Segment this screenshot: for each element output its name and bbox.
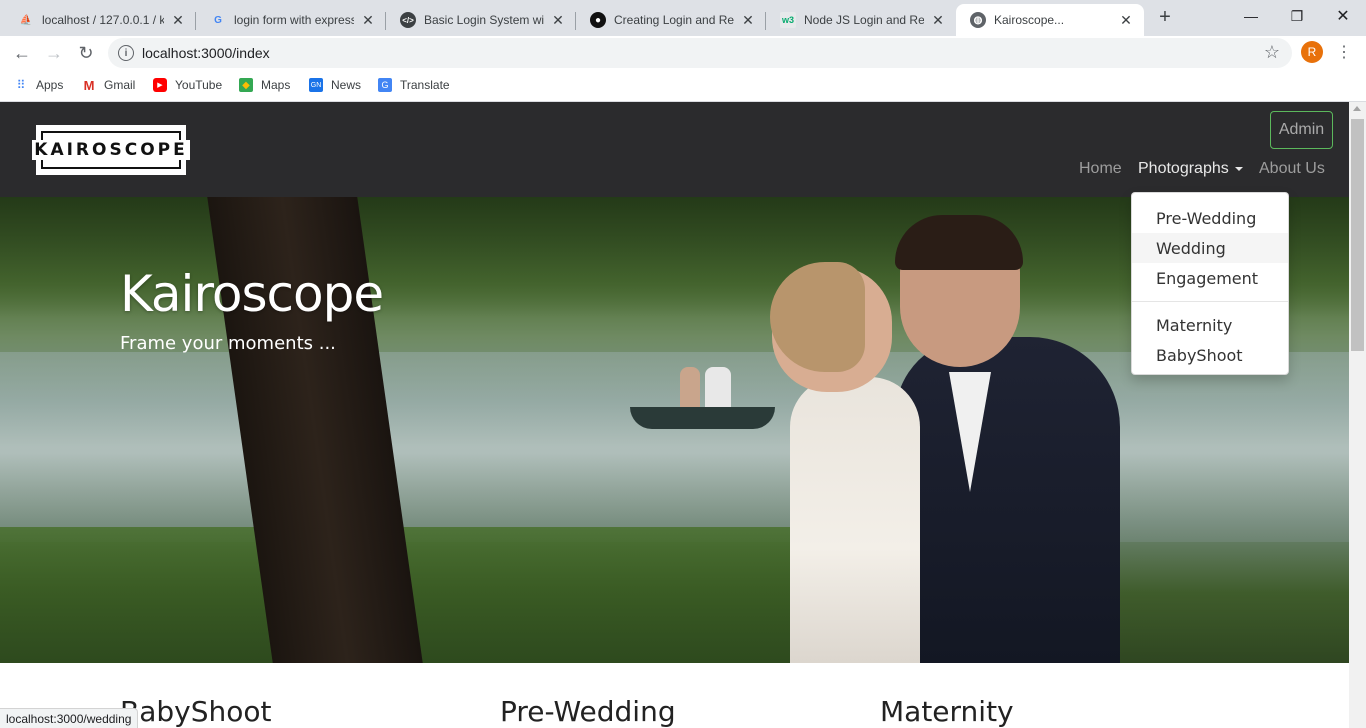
bookmark-label: YouTube [175,78,223,92]
bookmark-youtube[interactable]: ▶ YouTube [153,76,222,94]
browser-tab[interactable]: w3 Node JS Login and Reg ✕ [766,4,956,36]
close-icon[interactable]: ✕ [360,12,376,28]
bookmark-label: News [331,78,362,92]
page-scrollbar[interactable] [1349,102,1366,728]
news-icon: GN [309,78,323,92]
menu-icon[interactable]: ⋮ [1336,42,1352,62]
category-sections: BabyShoot Pre-Wedding Maternity [0,663,1349,728]
tab-title: login form with express [234,13,354,27]
google-icon: G [214,14,222,26]
bookmark-star-icon[interactable]: ☆ [1264,42,1280,63]
logo-text: KAIROSCOPE [32,140,190,160]
w3-icon: w3 [780,12,796,28]
bookmark-news[interactable]: GN News [309,76,361,94]
dropdown-item-babyshoot[interactable]: BabyShoot [1132,340,1288,370]
info-icon[interactable]: i [118,45,134,61]
youtube-icon: ▶ [153,78,167,92]
bookmarks-bar: ⠿ Apps M Gmail ▶ YouTube ◆ Maps GN News … [0,70,1366,100]
close-icon[interactable]: ✕ [550,12,566,28]
page-viewport: KAIROSCOPE Admin Home Photographs About … [0,102,1349,728]
hero-photo-groom-hair [895,215,1023,270]
bookmark-gmail[interactable]: M Gmail [82,76,136,94]
hero-photo-lake [0,352,1349,542]
status-bar-url: localhost:3000/wedding [0,708,139,728]
bookmark-translate[interactable]: G Translate [378,76,450,94]
reload-button[interactable]: ↻ [74,41,98,65]
caret-down-icon [1234,166,1243,171]
tab-title: Creating Login and Reg [614,13,734,27]
close-icon[interactable]: ✕ [1118,12,1134,28]
dropdown-item-wedding[interactable]: Wedding [1132,233,1288,263]
close-icon[interactable]: ✕ [740,12,756,28]
window-close-button[interactable]: ✕ [1320,0,1366,32]
dropdown-item-engagement[interactable]: Engagement [1132,263,1288,293]
dropdown-item-maternity[interactable]: Maternity [1132,310,1288,340]
site-logo[interactable]: KAIROSCOPE [32,125,190,175]
tab-title: Basic Login System with [424,13,544,27]
browser-tab[interactable]: ● Creating Login and Reg ✕ [576,4,766,36]
logo-frame: KAIROSCOPE [32,131,190,169]
tab-title: localhost / 127.0.0.1 / k [42,13,164,27]
nav-photographs-label: Photographs [1138,160,1229,177]
nav-photographs[interactable]: Photographs [1138,160,1243,178]
bookmark-apps[interactable]: ⠿ Apps [14,76,64,94]
profile-avatar[interactable]: R [1301,41,1323,63]
close-icon[interactable]: ✕ [170,12,186,28]
close-icon[interactable]: ✕ [930,12,946,28]
nav-home[interactable]: Home [1079,160,1122,178]
section-title-maternity: Maternity [880,695,1014,728]
maps-icon: ◆ [239,78,253,92]
site-navbar: KAIROSCOPE Admin Home Photographs About … [0,102,1349,197]
hero-photo-rower [705,367,731,407]
browser-tab[interactable]: G login form with express ✕ [196,4,386,36]
browser-tab-active[interactable]: ◍ Kairoscope... ✕ [956,4,1144,36]
code-icon: </> [400,12,416,28]
github-icon: ● [590,12,606,28]
browser-toolbar: ← → ↻ i localhost:3000/index ☆ [0,36,1366,70]
apps-grid-icon: ⠿ [16,78,26,92]
address-bar[interactable]: i localhost:3000/index ☆ [108,38,1292,68]
browser-tab-strip: ⛵ localhost / 127.0.0.1 / k ✕ G login fo… [0,0,1366,36]
admin-button[interactable]: Admin [1270,111,1333,149]
hero-photo-groom [895,337,1120,663]
nav-about[interactable]: About Us [1259,160,1325,178]
hero-photo-rower [680,367,700,407]
scroll-up-arrow-icon[interactable] [1353,106,1361,111]
globe-icon: ◍ [970,12,986,28]
hero-subtitle: Frame your moments ... [120,333,336,354]
restore-button[interactable]: ❐ [1274,0,1320,32]
bookmark-label: Translate [400,78,450,92]
tab-title: Node JS Login and Reg [804,13,924,27]
section-title-babyshoot: BabyShoot [120,695,272,728]
section-title-pre-wedding: Pre-Wedding [500,695,676,728]
hero-photo-bride [790,377,920,663]
gmail-icon: M [83,77,95,93]
back-button[interactable]: ← [10,41,34,65]
address-url: localhost:3000/index [142,45,270,61]
bookmark-label: Maps [261,78,291,92]
bookmark-label: Apps [36,78,64,92]
scrollbar-thumb[interactable] [1351,119,1364,351]
browser-tab[interactable]: </> Basic Login System with ✕ [386,4,576,36]
hero-photo-foliage [0,527,900,663]
tab-title: Kairoscope... [994,13,1065,27]
minimize-button[interactable]: — [1228,0,1274,32]
hero-photo-boat [630,407,775,429]
translate-icon: G [378,78,392,92]
bookmark-label: Gmail [104,78,136,92]
browser-tab[interactable]: ⛵ localhost / 127.0.0.1 / k ✕ [4,4,196,36]
dropdown-divider [1132,301,1288,302]
bookmark-maps[interactable]: ◆ Maps [239,76,290,94]
forward-button[interactable]: → [42,41,66,65]
photographs-dropdown-menu: Pre-Wedding Wedding Engagement Maternity… [1131,192,1289,375]
hero-title: Kairoscope [120,265,384,323]
phpmyadmin-icon: ⛵ [19,14,33,26]
new-tab-button[interactable]: + [1154,6,1176,28]
dropdown-item-pre-wedding[interactable]: Pre-Wedding [1132,203,1288,233]
